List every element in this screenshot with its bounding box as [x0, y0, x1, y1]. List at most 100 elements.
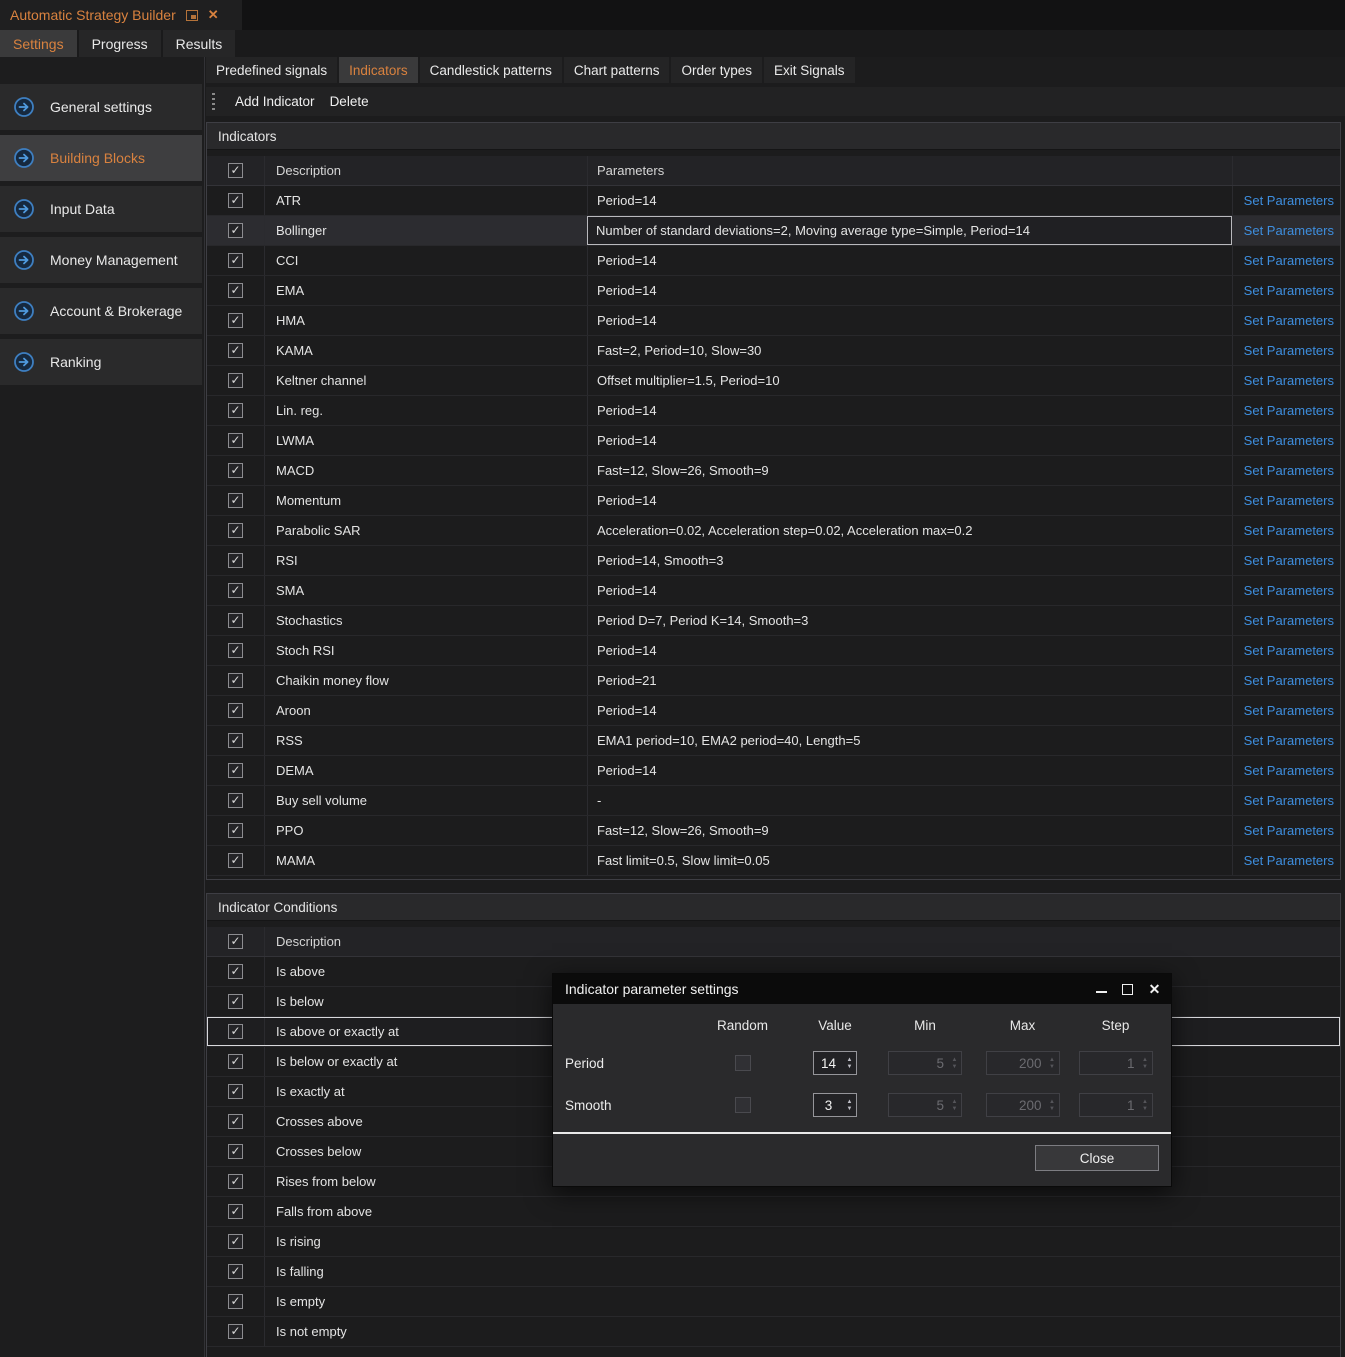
- indicator-parameters[interactable]: Period=14: [587, 246, 1232, 275]
- close-button[interactable]: Close: [1035, 1145, 1159, 1171]
- row-checkbox[interactable]: [228, 1294, 243, 1309]
- table-row[interactable]: KAMA Fast=2, Period=10, Slow=30 Set Para…: [207, 336, 1340, 366]
- row-checkbox[interactable]: [228, 1264, 243, 1279]
- table-row[interactable]: DEMA Period=14 Set Parameters: [207, 756, 1340, 786]
- table-row[interactable]: Keltner channel Offset multiplier=1.5, P…: [207, 366, 1340, 396]
- indicator-parameters[interactable]: Period=14, Smooth=3: [587, 546, 1232, 575]
- table-row[interactable]: Falls from above: [207, 1197, 1340, 1227]
- table-row[interactable]: SMA Period=14 Set Parameters: [207, 576, 1340, 606]
- set-parameters-link[interactable]: Set Parameters: [1244, 703, 1334, 718]
- indicator-parameters[interactable]: Period=14: [587, 186, 1232, 215]
- window-title-tab[interactable]: Automatic Strategy Builder ✕: [0, 0, 242, 30]
- row-checkbox[interactable]: [228, 1084, 243, 1099]
- row-checkbox[interactable]: [228, 1324, 243, 1339]
- row-checkbox[interactable]: [228, 433, 243, 448]
- row-checkbox[interactable]: [228, 583, 243, 598]
- indicator-parameters[interactable]: Fast=12, Slow=26, Smooth=9: [587, 816, 1232, 845]
- row-checkbox[interactable]: [228, 1234, 243, 1249]
- random-checkbox[interactable]: [735, 1097, 751, 1113]
- set-parameters-link[interactable]: Set Parameters: [1244, 403, 1334, 418]
- indicator-parameters[interactable]: Period=14: [587, 276, 1232, 305]
- sidebar-item[interactable]: Ranking: [0, 339, 202, 385]
- table-row[interactable]: EMA Period=14 Set Parameters: [207, 276, 1340, 306]
- add-indicator-button[interactable]: Add Indicator: [235, 94, 315, 109]
- indicator-parameters[interactable]: Period=14: [587, 396, 1232, 425]
- indicator-parameters[interactable]: Period=21: [587, 666, 1232, 695]
- set-parameters-link[interactable]: Set Parameters: [1244, 823, 1334, 838]
- set-parameters-link[interactable]: Set Parameters: [1244, 643, 1334, 658]
- close-icon[interactable]: ✕: [1148, 983, 1161, 996]
- set-parameters-link[interactable]: Set Parameters: [1244, 343, 1334, 358]
- value-spinner[interactable]: 3▲▼: [813, 1093, 857, 1117]
- subtab[interactable]: Predefined signals: [206, 57, 337, 83]
- row-checkbox[interactable]: [228, 1024, 243, 1039]
- set-parameters-link[interactable]: Set Parameters: [1244, 313, 1334, 328]
- table-row[interactable]: MAMA Fast limit=0.5, Slow limit=0.05 Set…: [207, 846, 1340, 876]
- indicator-parameters[interactable]: Fast=2, Period=10, Slow=30: [587, 336, 1232, 365]
- indicator-parameters[interactable]: Number of standard deviations=2, Moving …: [587, 216, 1232, 245]
- sidebar-item[interactable]: Building Blocks: [0, 135, 202, 181]
- table-row[interactable]: Buy sell volume - Set Parameters: [207, 786, 1340, 816]
- set-parameters-link[interactable]: Set Parameters: [1244, 673, 1334, 688]
- table-row[interactable]: Is rising: [207, 1227, 1340, 1257]
- row-checkbox[interactable]: [228, 553, 243, 568]
- table-row[interactable]: Stochastics Period D=7, Period K=14, Smo…: [207, 606, 1340, 636]
- indicator-parameters[interactable]: Period=14: [587, 306, 1232, 335]
- row-checkbox[interactable]: [228, 523, 243, 538]
- indicator-parameters[interactable]: Fast=12, Slow=26, Smooth=9: [587, 456, 1232, 485]
- sidebar-item[interactable]: Money Management: [0, 237, 202, 283]
- sidebar-item[interactable]: Account & Brokerage: [0, 288, 202, 334]
- row-checkbox[interactable]: [228, 1174, 243, 1189]
- row-checkbox[interactable]: [228, 343, 243, 358]
- app-tab[interactable]: Settings: [0, 30, 77, 57]
- row-checkbox[interactable]: [228, 1114, 243, 1129]
- table-row[interactable]: Is not empty: [207, 1317, 1340, 1347]
- set-parameters-link[interactable]: Set Parameters: [1244, 493, 1334, 508]
- row-checkbox[interactable]: [228, 1204, 243, 1219]
- row-checkbox[interactable]: [228, 403, 243, 418]
- table-row[interactable]: PPO Fast=12, Slow=26, Smooth=9 Set Param…: [207, 816, 1340, 846]
- set-parameters-link[interactable]: Set Parameters: [1244, 463, 1334, 478]
- row-checkbox[interactable]: [228, 733, 243, 748]
- set-parameters-link[interactable]: Set Parameters: [1244, 523, 1334, 538]
- indicator-parameters[interactable]: EMA1 period=10, EMA2 period=40, Length=5: [587, 726, 1232, 755]
- set-parameters-link[interactable]: Set Parameters: [1244, 793, 1334, 808]
- indicator-parameters[interactable]: Period=14: [587, 576, 1232, 605]
- value-spinner[interactable]: 14▲▼: [813, 1051, 857, 1075]
- set-parameters-link[interactable]: Set Parameters: [1244, 733, 1334, 748]
- row-checkbox[interactable]: [228, 223, 243, 238]
- indicator-parameters[interactable]: Fast limit=0.5, Slow limit=0.05: [587, 846, 1232, 875]
- row-checkbox[interactable]: [228, 193, 243, 208]
- maximize-icon[interactable]: [1122, 984, 1133, 995]
- indicator-parameters[interactable]: Acceleration=0.02, Acceleration step=0.0…: [587, 516, 1232, 545]
- row-checkbox[interactable]: [228, 1144, 243, 1159]
- table-row[interactable]: Aroon Period=14 Set Parameters: [207, 696, 1340, 726]
- row-checkbox[interactable]: [228, 253, 243, 268]
- table-row[interactable]: Stoch RSI Period=14 Set Parameters: [207, 636, 1340, 666]
- set-parameters-link[interactable]: Set Parameters: [1244, 193, 1334, 208]
- indicator-parameters[interactable]: Period=14: [587, 426, 1232, 455]
- row-checkbox[interactable]: [228, 643, 243, 658]
- row-checkbox[interactable]: [228, 493, 243, 508]
- minimize-icon[interactable]: [1096, 985, 1107, 993]
- select-all-checkbox[interactable]: [228, 163, 243, 178]
- indicator-parameters[interactable]: Period=14: [587, 486, 1232, 515]
- row-checkbox[interactable]: [228, 823, 243, 838]
- spinner-arrows-icon[interactable]: ▲▼: [843, 1057, 856, 1070]
- select-all-checkbox[interactable]: [228, 934, 243, 949]
- row-checkbox[interactable]: [228, 373, 243, 388]
- table-row[interactable]: LWMA Period=14 Set Parameters: [207, 426, 1340, 456]
- parameters-column-header[interactable]: Parameters: [587, 156, 1232, 185]
- set-parameters-link[interactable]: Set Parameters: [1244, 853, 1334, 868]
- set-parameters-link[interactable]: Set Parameters: [1244, 553, 1334, 568]
- indicator-parameters[interactable]: Period=14: [587, 756, 1232, 785]
- row-checkbox[interactable]: [228, 853, 243, 868]
- table-row[interactable]: Bollinger Number of standard deviations=…: [207, 216, 1340, 246]
- row-checkbox[interactable]: [228, 703, 243, 718]
- table-row[interactable]: Lin. reg. Period=14 Set Parameters: [207, 396, 1340, 426]
- row-checkbox[interactable]: [228, 793, 243, 808]
- subtab[interactable]: Chart patterns: [564, 57, 670, 83]
- table-row[interactable]: RSI Period=14, Smooth=3 Set Parameters: [207, 546, 1340, 576]
- set-parameters-link[interactable]: Set Parameters: [1244, 433, 1334, 448]
- set-parameters-link[interactable]: Set Parameters: [1244, 763, 1334, 778]
